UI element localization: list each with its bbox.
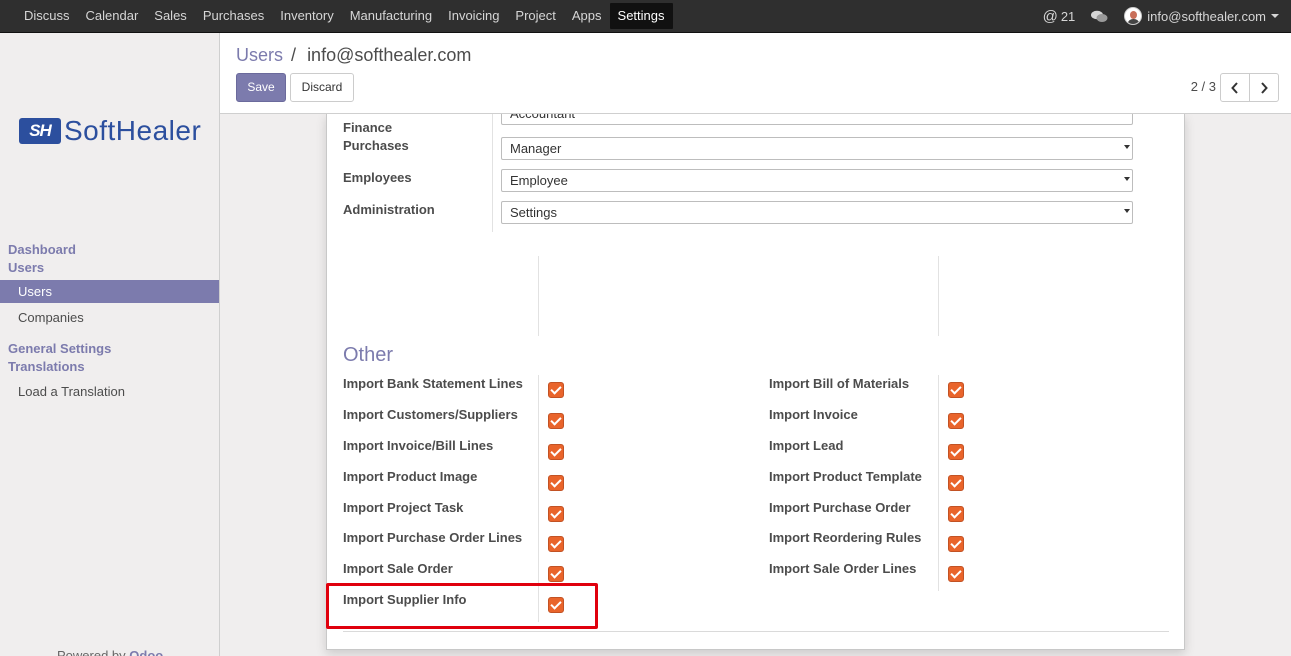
sidebar-item-load-translation[interactable]: Load a Translation [0,380,219,403]
finance-label: Finance [343,120,393,135]
highlight-annotation-box [326,583,598,629]
import-purchase-order-label: Import Purchase Order [769,500,911,515]
import-lead-label: Import Lead [769,438,844,453]
breadcrumb: Users / info@softhealer.com [236,45,471,66]
employees-select[interactable]: Employee [501,169,1133,192]
import-invoice-bill-lines-checkbox[interactable] [548,444,564,460]
import-purchase-order-lines-checkbox[interactable] [548,536,564,552]
logo-mark: SH [19,118,61,144]
import-bank-statement-lines-label: Import Bank Statement Lines [343,376,523,391]
menu-apps[interactable]: Apps [564,0,610,32]
group-separator [492,114,493,232]
form-view: Accountant Finance Purchases Manager Emp… [220,114,1291,656]
import-product-image-checkbox[interactable] [548,475,564,491]
menu-inventory[interactable]: Inventory [272,0,341,32]
menu-discuss[interactable]: Discuss [16,0,78,32]
menu-sales[interactable]: Sales [146,0,195,32]
empty-group-separator-right [938,256,939,336]
user-menu[interactable]: info@softhealer.com [1124,7,1279,25]
save-button[interactable]: Save [236,73,286,102]
discard-button[interactable]: Discard [290,73,354,102]
empty-group-separator-left [538,256,539,336]
logo-text: SoftHealer [64,115,202,146]
avatar [1124,7,1143,25]
import-sale-order-lines-checkbox[interactable] [948,566,964,582]
menu-invoicing[interactable]: Invoicing [440,0,507,32]
breadcrumb-users-link[interactable]: Users [236,45,283,65]
import-reordering-rules-checkbox[interactable] [948,536,964,552]
control-panel: Users / info@softhealer.com Save Discard… [220,33,1291,114]
menu-settings[interactable]: Settings [609,3,673,29]
import-sale-order-checkbox[interactable] [548,566,564,582]
import-product-template-label: Import Product Template [769,469,922,484]
menu-project[interactable]: Project [507,0,563,32]
import-sale-order-lines-label: Import Sale Order Lines [769,561,917,576]
partial-access-select[interactable]: Accountant [501,114,1133,125]
top-navbar: Discuss Calendar Sales Purchases Invento… [0,0,1291,33]
menu-calendar[interactable]: Calendar [78,0,147,32]
purchases-label: Purchases [343,138,409,153]
administration-label: Administration [343,202,435,217]
sidebar-section-users[interactable]: Users [8,259,44,277]
chat-bubbles-icon [1091,10,1108,22]
form-sheet: Accountant Finance Purchases Manager Emp… [326,114,1185,650]
chevron-left-icon [1231,81,1238,94]
import-bill-of-materials-label: Import Bill of Materials [769,376,910,391]
import-customers-suppliers-checkbox[interactable] [548,413,564,429]
import-sale-order-label: Import Sale Order [343,561,453,576]
import-lead-checkbox[interactable] [948,444,964,460]
breadcrumb-separator: / [291,45,297,65]
company-logo: SH SoftHealer [19,115,201,147]
pager-value: 2 / 3 [1190,79,1216,94]
main-menu: Discuss Calendar Sales Purchases Invento… [0,0,673,32]
powered-by: Powered by Odoo [57,648,163,656]
employees-label: Employees [343,170,412,185]
administration-select[interactable]: Settings [501,201,1133,224]
sidebar-item-users[interactable]: Users [0,280,219,303]
odoo-link[interactable]: Odoo [129,648,163,656]
import-invoice-bill-lines-label: Import Invoice/Bill Lines [343,438,494,453]
breadcrumb-current: info@softhealer.com [307,45,472,65]
import-invoice-label: Import Invoice [769,407,858,422]
section-divider [343,631,1169,632]
sidebar-section-translations[interactable]: Translations [8,358,85,376]
sidebar-item-companies[interactable]: Companies [0,306,219,329]
caret-down-icon [1271,14,1279,18]
sidebar-section-general-settings[interactable]: General Settings [8,340,111,358]
mentions-indicator[interactable]: @ 21 [1043,8,1076,25]
other-right-separator [938,375,939,591]
pager-next-button[interactable] [1249,73,1279,102]
import-reordering-rules-label: Import Reordering Rules [769,530,922,545]
import-product-image-label: Import Product Image [343,469,478,484]
at-icon: @ [1042,7,1058,25]
import-customers-suppliers-label: Import Customers/Suppliers [343,407,518,422]
systray: @ 21 info@softhealer.com [1027,0,1279,32]
messages-indicator[interactable] [1091,10,1108,23]
import-project-task-label: Import Project Task [343,500,464,515]
sidebar: SH SoftHealer Dashboard Users Users Comp… [0,33,220,656]
other-section-title: Other [343,344,394,366]
purchases-select[interactable]: Manager [501,137,1133,160]
menu-purchases[interactable]: Purchases [195,0,272,32]
import-bill-of-materials-checkbox[interactable] [948,382,964,398]
user-email: info@softhealer.com [1147,8,1266,24]
mentions-count: 21 [1060,8,1076,24]
import-bank-statement-lines-checkbox[interactable] [548,382,564,398]
sidebar-section-dashboard[interactable]: Dashboard [8,241,76,259]
import-product-template-checkbox[interactable] [948,475,964,491]
menu-manufacturing[interactable]: Manufacturing [342,0,440,32]
import-purchase-order-lines-label: Import Purchase Order Lines [343,530,523,545]
import-purchase-order-checkbox[interactable] [948,506,964,522]
import-invoice-checkbox[interactable] [948,413,964,429]
chevron-right-icon [1261,81,1268,94]
import-project-task-checkbox[interactable] [548,506,564,522]
powered-by-label: Powered by [57,648,126,656]
pager-previous-button[interactable] [1220,73,1250,102]
